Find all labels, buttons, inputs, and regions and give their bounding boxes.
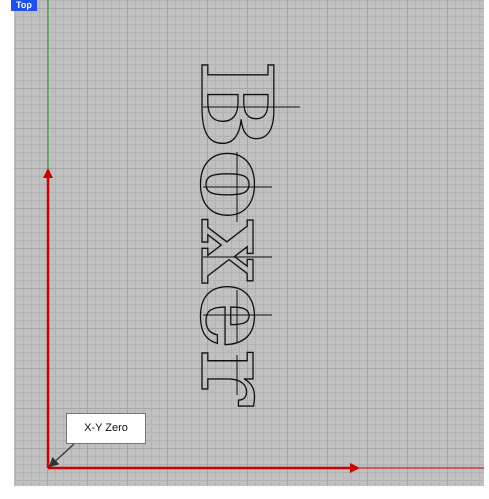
callout-label: X-Y Zero	[84, 422, 128, 434]
viewport-title-tab[interactable]: Top	[11, 0, 37, 11]
boxer-text-curves[interactable]: Boxer	[177, 59, 300, 407]
top-viewport[interactable]: Boxer Top X-Y Zero	[0, 0, 489, 499]
xy-zero-callout[interactable]: X-Y Zero	[66, 413, 146, 444]
boxer-text-outline[interactable]: Boxer	[177, 59, 293, 407]
callout-leader	[48, 443, 75, 468]
